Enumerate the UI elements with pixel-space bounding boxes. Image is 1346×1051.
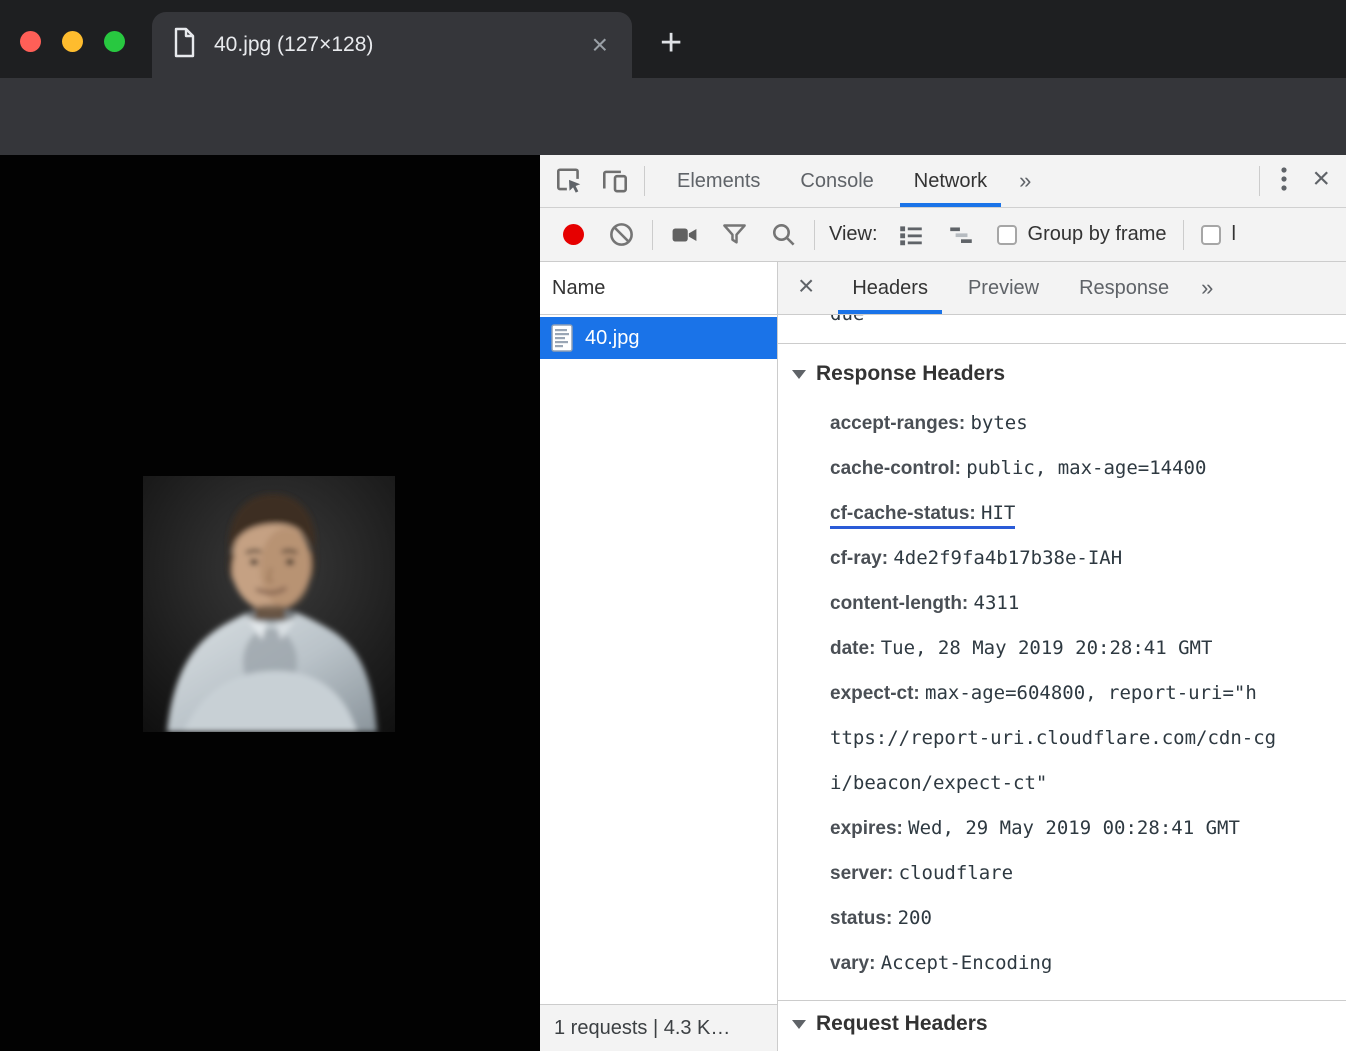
header-row: status: 200: [830, 896, 1258, 941]
requests-column: Name 40.jpg 1 requests | 4.3 K…: [540, 262, 778, 1051]
capture-screenshots-button[interactable]: [659, 222, 710, 248]
devtools-close-button[interactable]: ×: [1302, 164, 1346, 198]
devtools-tabbar: Elements Console Network » ×: [540, 155, 1346, 208]
network-body: Name 40.jpg 1 requests | 4.3 K… × Hea: [540, 262, 1346, 1051]
list-view-icon: [897, 222, 925, 248]
tab-network[interactable]: Network: [894, 155, 1007, 207]
devtools-menu-button[interactable]: [1266, 164, 1302, 199]
tab-preview[interactable]: Preview: [948, 262, 1059, 314]
zoom-window-button[interactable]: [104, 31, 125, 52]
header-row: cache-control: public, max-age=14400: [830, 446, 1258, 491]
collapse-triangle-icon: [792, 1020, 806, 1029]
collapse-triangle-icon: [792, 370, 806, 379]
response-headers-list: accept-ranges: bytes cache-control: publ…: [778, 389, 1258, 986]
network-toolbar: View: Group by frame l: [540, 208, 1346, 262]
device-toolbar-icon: [600, 166, 630, 196]
record-button[interactable]: [563, 224, 584, 245]
request-headers-list: :authority: serve-assets-workers-toolin-…: [778, 1039, 1258, 1051]
use-large-rows-button[interactable]: [886, 222, 936, 248]
preserve-log-label-clipped[interactable]: l: [1232, 223, 1236, 246]
request-headers-section-toggle[interactable]: Request Headers: [778, 1009, 1346, 1039]
group-by-frame-label[interactable]: Group by frame: [1028, 223, 1167, 246]
header-row-continuation: ttps://report-uri.cloudflare.com/cdn-cg: [830, 716, 1258, 761]
clipped-scrolled-text: due: [830, 315, 864, 325]
divider: [652, 220, 653, 250]
funnel-icon: [721, 221, 748, 248]
show-overview-button[interactable]: [936, 222, 986, 248]
response-headers-title: Response Headers: [816, 362, 1005, 386]
response-headers-section-toggle[interactable]: Response Headers: [778, 359, 1346, 389]
request-name: 40.jpg: [585, 327, 640, 350]
devtools-panel: Elements Console Network » ×: [540, 155, 1346, 1051]
browser-tabstrip: 40.jpg (127×128) × +: [0, 0, 1346, 78]
close-window-button[interactable]: [20, 31, 41, 52]
tab-headers[interactable]: Headers: [832, 262, 948, 314]
window-controls: [20, 31, 125, 52]
search-icon: [770, 221, 797, 248]
preserve-log-checkbox[interactable]: [1201, 225, 1221, 245]
header-row: expires: Wed, 29 May 2019 00:28:41 GMT: [830, 806, 1258, 851]
header-row: server: cloudflare: [830, 851, 1258, 896]
camera-icon: [670, 222, 699, 248]
divider: [644, 166, 645, 196]
waterfall-icon: [947, 222, 975, 248]
tab-elements[interactable]: Elements: [657, 155, 780, 207]
requests-empty-area: [540, 359, 777, 1004]
page-file-icon: [172, 27, 197, 63]
page-viewport: [0, 155, 540, 1051]
browser-tab[interactable]: 40.jpg (127×128) ×: [152, 12, 632, 78]
filter-button[interactable]: [710, 221, 759, 248]
search-button[interactable]: [759, 221, 808, 248]
group-by-frame-checkbox[interactable]: [997, 225, 1017, 245]
tab-title: 40.jpg (127×128): [214, 33, 588, 57]
tab-response[interactable]: Response: [1059, 262, 1189, 314]
portrait-photo: [143, 476, 395, 732]
clear-button[interactable]: [597, 221, 646, 248]
detail-tabbar: × Headers Preview Response »: [778, 262, 1346, 315]
header-row-highlighted: cf-cache-status: HIT: [830, 491, 1258, 536]
section-divider: [778, 343, 1346, 344]
header-row-clipped: :authority: serve-assets-workers-toolin-…: [830, 1043, 1258, 1051]
inspect-cursor-icon: [554, 166, 584, 196]
new-tab-button[interactable]: +: [660, 22, 682, 65]
requests-summary-bar: 1 requests | 4.3 K…: [540, 1004, 777, 1051]
divider: [1259, 166, 1260, 196]
request-detail-panel: × Headers Preview Response » due Respons…: [778, 262, 1346, 1051]
browser-toolbar: https:// /faces/40.jpg: [0, 78, 1346, 155]
section-divider: [778, 1000, 1346, 1001]
divider: [1183, 220, 1184, 250]
document-icon: [551, 324, 573, 352]
header-row: vary: Accept-Encoding: [830, 941, 1258, 986]
request-row[interactable]: 40.jpg: [540, 317, 777, 359]
name-column-header[interactable]: Name: [540, 262, 777, 315]
clear-icon: [608, 221, 635, 248]
header-row: expect-ct: max-age=604800, report-uri="h: [830, 671, 1258, 716]
kebab-icon: [1280, 164, 1288, 194]
divider: [814, 220, 815, 250]
detail-close-icon[interactable]: ×: [778, 272, 832, 304]
detail-more-tabs-chevron[interactable]: »: [1189, 275, 1225, 301]
tab-close-icon[interactable]: ×: [588, 31, 612, 59]
header-row: date: Tue, 28 May 2019 20:28:41 GMT: [830, 626, 1258, 671]
request-headers-title: Request Headers: [816, 1012, 988, 1036]
header-row: content-length: 4311: [830, 581, 1258, 626]
device-toolbar-button[interactable]: [592, 166, 638, 196]
header-row: cf-ray: 4de2f9fa4b17b38e-IAH: [830, 536, 1258, 581]
headers-pane: due Response Headers accept-ranges: byte…: [778, 315, 1346, 1051]
screenshot-root: 40.jpg (127×128) × + https:// /faces/40.…: [0, 0, 1346, 1051]
header-row-continuation: i/beacon/expect-ct": [830, 761, 1258, 806]
view-label: View:: [829, 223, 878, 246]
more-tabs-chevron[interactable]: »: [1007, 168, 1043, 194]
tab-console[interactable]: Console: [780, 155, 893, 207]
header-row: accept-ranges: bytes: [830, 401, 1258, 446]
minimize-window-button[interactable]: [62, 31, 83, 52]
inspect-element-button[interactable]: [546, 166, 592, 196]
